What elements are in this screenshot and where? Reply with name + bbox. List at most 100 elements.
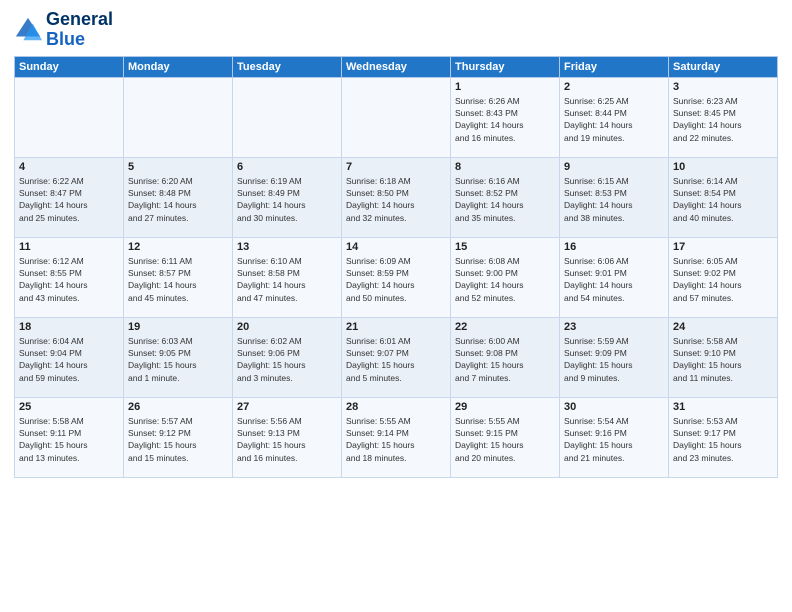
calendar-cell: 8Sunrise: 6:16 AMSunset: 8:52 PMDaylight… [451, 157, 560, 237]
weekday-header: Monday [124, 56, 233, 77]
day-number: 2 [564, 81, 664, 93]
day-number: 4 [19, 161, 119, 173]
day-number: 19 [128, 321, 228, 333]
calendar-cell: 25Sunrise: 5:58 AMSunset: 9:11 PMDayligh… [15, 397, 124, 477]
day-info: Sunrise: 6:26 AMSunset: 8:43 PMDaylight:… [455, 95, 555, 144]
page: General Blue SundayMondayTuesdayWednesda… [0, 0, 792, 612]
calendar: SundayMondayTuesdayWednesdayThursdayFrid… [14, 56, 778, 478]
calendar-cell: 28Sunrise: 5:55 AMSunset: 9:14 PMDayligh… [342, 397, 451, 477]
day-number: 10 [673, 161, 773, 173]
logo: General Blue [14, 10, 113, 50]
day-number: 1 [455, 81, 555, 93]
calendar-body: 1 Sunrise: 6:26 AMSunset: 8:43 PMDaylight… [15, 77, 778, 477]
calendar-cell [15, 77, 124, 157]
calendar-cell: 3Sunrise: 6:23 AMSunset: 8:45 PMDaylight… [669, 77, 778, 157]
day-number: 6 [237, 161, 337, 173]
logo-general: General [46, 10, 113, 30]
day-info: Sunrise: 6:14 AMSunset: 8:54 PMDaylight:… [673, 175, 773, 224]
calendar-week-row: 25Sunrise: 5:58 AMSunset: 9:11 PMDayligh… [15, 397, 778, 477]
header: General Blue [14, 10, 778, 50]
day-info: Sunrise: 6:00 AMSunset: 9:08 PMDaylight:… [455, 335, 555, 384]
weekday-row: SundayMondayTuesdayWednesdayThursdayFrid… [15, 56, 778, 77]
calendar-week-row: 18 Sunrise: 6:04 AMSunset: 9:04 PMDayligh… [15, 317, 778, 397]
day-info: Sunrise: 6:20 AMSunset: 8:48 PMDaylight:… [128, 175, 228, 224]
day-number: 29 [455, 401, 555, 413]
calendar-cell [342, 77, 451, 157]
day-info: Sunrise: 6:06 AMSunset: 9:01 PMDaylight:… [564, 255, 664, 304]
day-number: 28 [346, 401, 446, 413]
calendar-cell: 13Sunrise: 6:10 AMSunset: 8:58 PMDayligh… [233, 237, 342, 317]
day-number: 24 [673, 321, 773, 333]
calendar-cell: 29 Sunrise: 5:55 AMSunset: 9:15 PMDayligh… [451, 397, 560, 477]
day-info: Sunrise: 6:12 AMSunset: 8:55 PMDaylight:… [19, 255, 119, 304]
calendar-week-row: 11 Sunrise: 6:12 AMSunset: 8:55 PMDayligh… [15, 237, 778, 317]
day-number: 22 [455, 321, 555, 333]
day-number: 30 [564, 401, 664, 413]
calendar-cell: 11 Sunrise: 6:12 AMSunset: 8:55 PMDayligh… [15, 237, 124, 317]
calendar-cell: 19 Sunrise: 6:03 AMSunset: 9:05 PMDayligh… [124, 317, 233, 397]
calendar-cell [233, 77, 342, 157]
calendar-week-row: 1 Sunrise: 6:26 AMSunset: 8:43 PMDaylight… [15, 77, 778, 157]
day-number: 15 [455, 241, 555, 253]
calendar-cell: 16 Sunrise: 6:06 AMSunset: 9:01 PMDayligh… [560, 237, 669, 317]
day-info: Sunrise: 5:54 AMSunset: 9:16 PMDaylight:… [564, 415, 664, 464]
calendar-cell: 10 Sunrise: 6:14 AMSunset: 8:54 PMDayligh… [669, 157, 778, 237]
day-number: 23 [564, 321, 664, 333]
day-info: Sunrise: 6:09 AMSunset: 8:59 PMDaylight:… [346, 255, 446, 304]
day-number: 9 [564, 161, 664, 173]
calendar-cell: 12 Sunrise: 6:11 AMSunset: 8:57 PMDayligh… [124, 237, 233, 317]
day-number: 8 [455, 161, 555, 173]
calendar-cell: 1 Sunrise: 6:26 AMSunset: 8:43 PMDaylight… [451, 77, 560, 157]
weekday-header: Thursday [451, 56, 560, 77]
calendar-cell: 22 Sunrise: 6:00 AMSunset: 9:08 PMDayligh… [451, 317, 560, 397]
day-number: 13 [237, 241, 337, 253]
day-info: Sunrise: 6:01 AMSunset: 9:07 PMDaylight:… [346, 335, 446, 384]
day-info: Sunrise: 6:03 AMSunset: 9:05 PMDaylight:… [128, 335, 228, 384]
calendar-cell: 17Sunrise: 6:05 AMSunset: 9:02 PMDayligh… [669, 237, 778, 317]
calendar-cell: 15Sunrise: 6:08 AMSunset: 9:00 PMDayligh… [451, 237, 560, 317]
day-info: Sunrise: 6:25 AMSunset: 8:44 PMDaylight:… [564, 95, 664, 144]
logo-icon [14, 16, 42, 44]
calendar-cell: 2 Sunrise: 6:25 AMSunset: 8:44 PMDaylight… [560, 77, 669, 157]
day-info: Sunrise: 6:19 AMSunset: 8:49 PMDaylight:… [237, 175, 337, 224]
weekday-header: Friday [560, 56, 669, 77]
day-number: 16 [564, 241, 664, 253]
day-info: Sunrise: 6:11 AMSunset: 8:57 PMDaylight:… [128, 255, 228, 304]
calendar-week-row: 4 Sunrise: 6:22 AMSunset: 8:47 PMDaylight… [15, 157, 778, 237]
day-info: Sunrise: 5:58 AMSunset: 9:11 PMDaylight:… [19, 415, 119, 464]
day-number: 7 [346, 161, 446, 173]
calendar-cell: 5 Sunrise: 6:20 AMSunset: 8:48 PMDaylight… [124, 157, 233, 237]
day-number: 21 [346, 321, 446, 333]
day-info: Sunrise: 5:58 AMSunset: 9:10 PMDaylight:… [673, 335, 773, 384]
day-number: 31 [673, 401, 773, 413]
calendar-cell [124, 77, 233, 157]
day-info: Sunrise: 6:02 AMSunset: 9:06 PMDaylight:… [237, 335, 337, 384]
calendar-cell: 27 Sunrise: 5:56 AMSunset: 9:13 PMDayligh… [233, 397, 342, 477]
day-number: 14 [346, 241, 446, 253]
calendar-cell: 31Sunrise: 5:53 AMSunset: 9:17 PMDayligh… [669, 397, 778, 477]
logo-blue: Blue [46, 30, 113, 50]
calendar-cell: 26Sunrise: 5:57 AMSunset: 9:12 PMDayligh… [124, 397, 233, 477]
weekday-header: Saturday [669, 56, 778, 77]
day-info: Sunrise: 5:56 AMSunset: 9:13 PMDaylight:… [237, 415, 337, 464]
day-number: 5 [128, 161, 228, 173]
day-info: Sunrise: 5:55 AMSunset: 9:15 PMDaylight:… [455, 415, 555, 464]
day-info: Sunrise: 6:04 AMSunset: 9:04 PMDaylight:… [19, 335, 119, 384]
weekday-header: Sunday [15, 56, 124, 77]
day-info: Sunrise: 5:59 AMSunset: 9:09 PMDaylight:… [564, 335, 664, 384]
day-info: Sunrise: 6:05 AMSunset: 9:02 PMDaylight:… [673, 255, 773, 304]
calendar-cell: 21 Sunrise: 6:01 AMSunset: 9:07 PMDayligh… [342, 317, 451, 397]
day-info: Sunrise: 6:23 AMSunset: 8:45 PMDaylight:… [673, 95, 773, 144]
calendar-cell: 23 Sunrise: 5:59 AMSunset: 9:09 PMDayligh… [560, 317, 669, 397]
day-number: 18 [19, 321, 119, 333]
day-number: 11 [19, 241, 119, 253]
calendar-cell: 18 Sunrise: 6:04 AMSunset: 9:04 PMDayligh… [15, 317, 124, 397]
day-number: 27 [237, 401, 337, 413]
day-number: 12 [128, 241, 228, 253]
day-number: 20 [237, 321, 337, 333]
day-info: Sunrise: 6:22 AMSunset: 8:47 PMDaylight:… [19, 175, 119, 224]
calendar-cell: 20 Sunrise: 6:02 AMSunset: 9:06 PMDayligh… [233, 317, 342, 397]
day-number: 26 [128, 401, 228, 413]
calendar-cell: 6 Sunrise: 6:19 AMSunset: 8:49 PMDaylight… [233, 157, 342, 237]
calendar-cell: 4 Sunrise: 6:22 AMSunset: 8:47 PMDaylight… [15, 157, 124, 237]
